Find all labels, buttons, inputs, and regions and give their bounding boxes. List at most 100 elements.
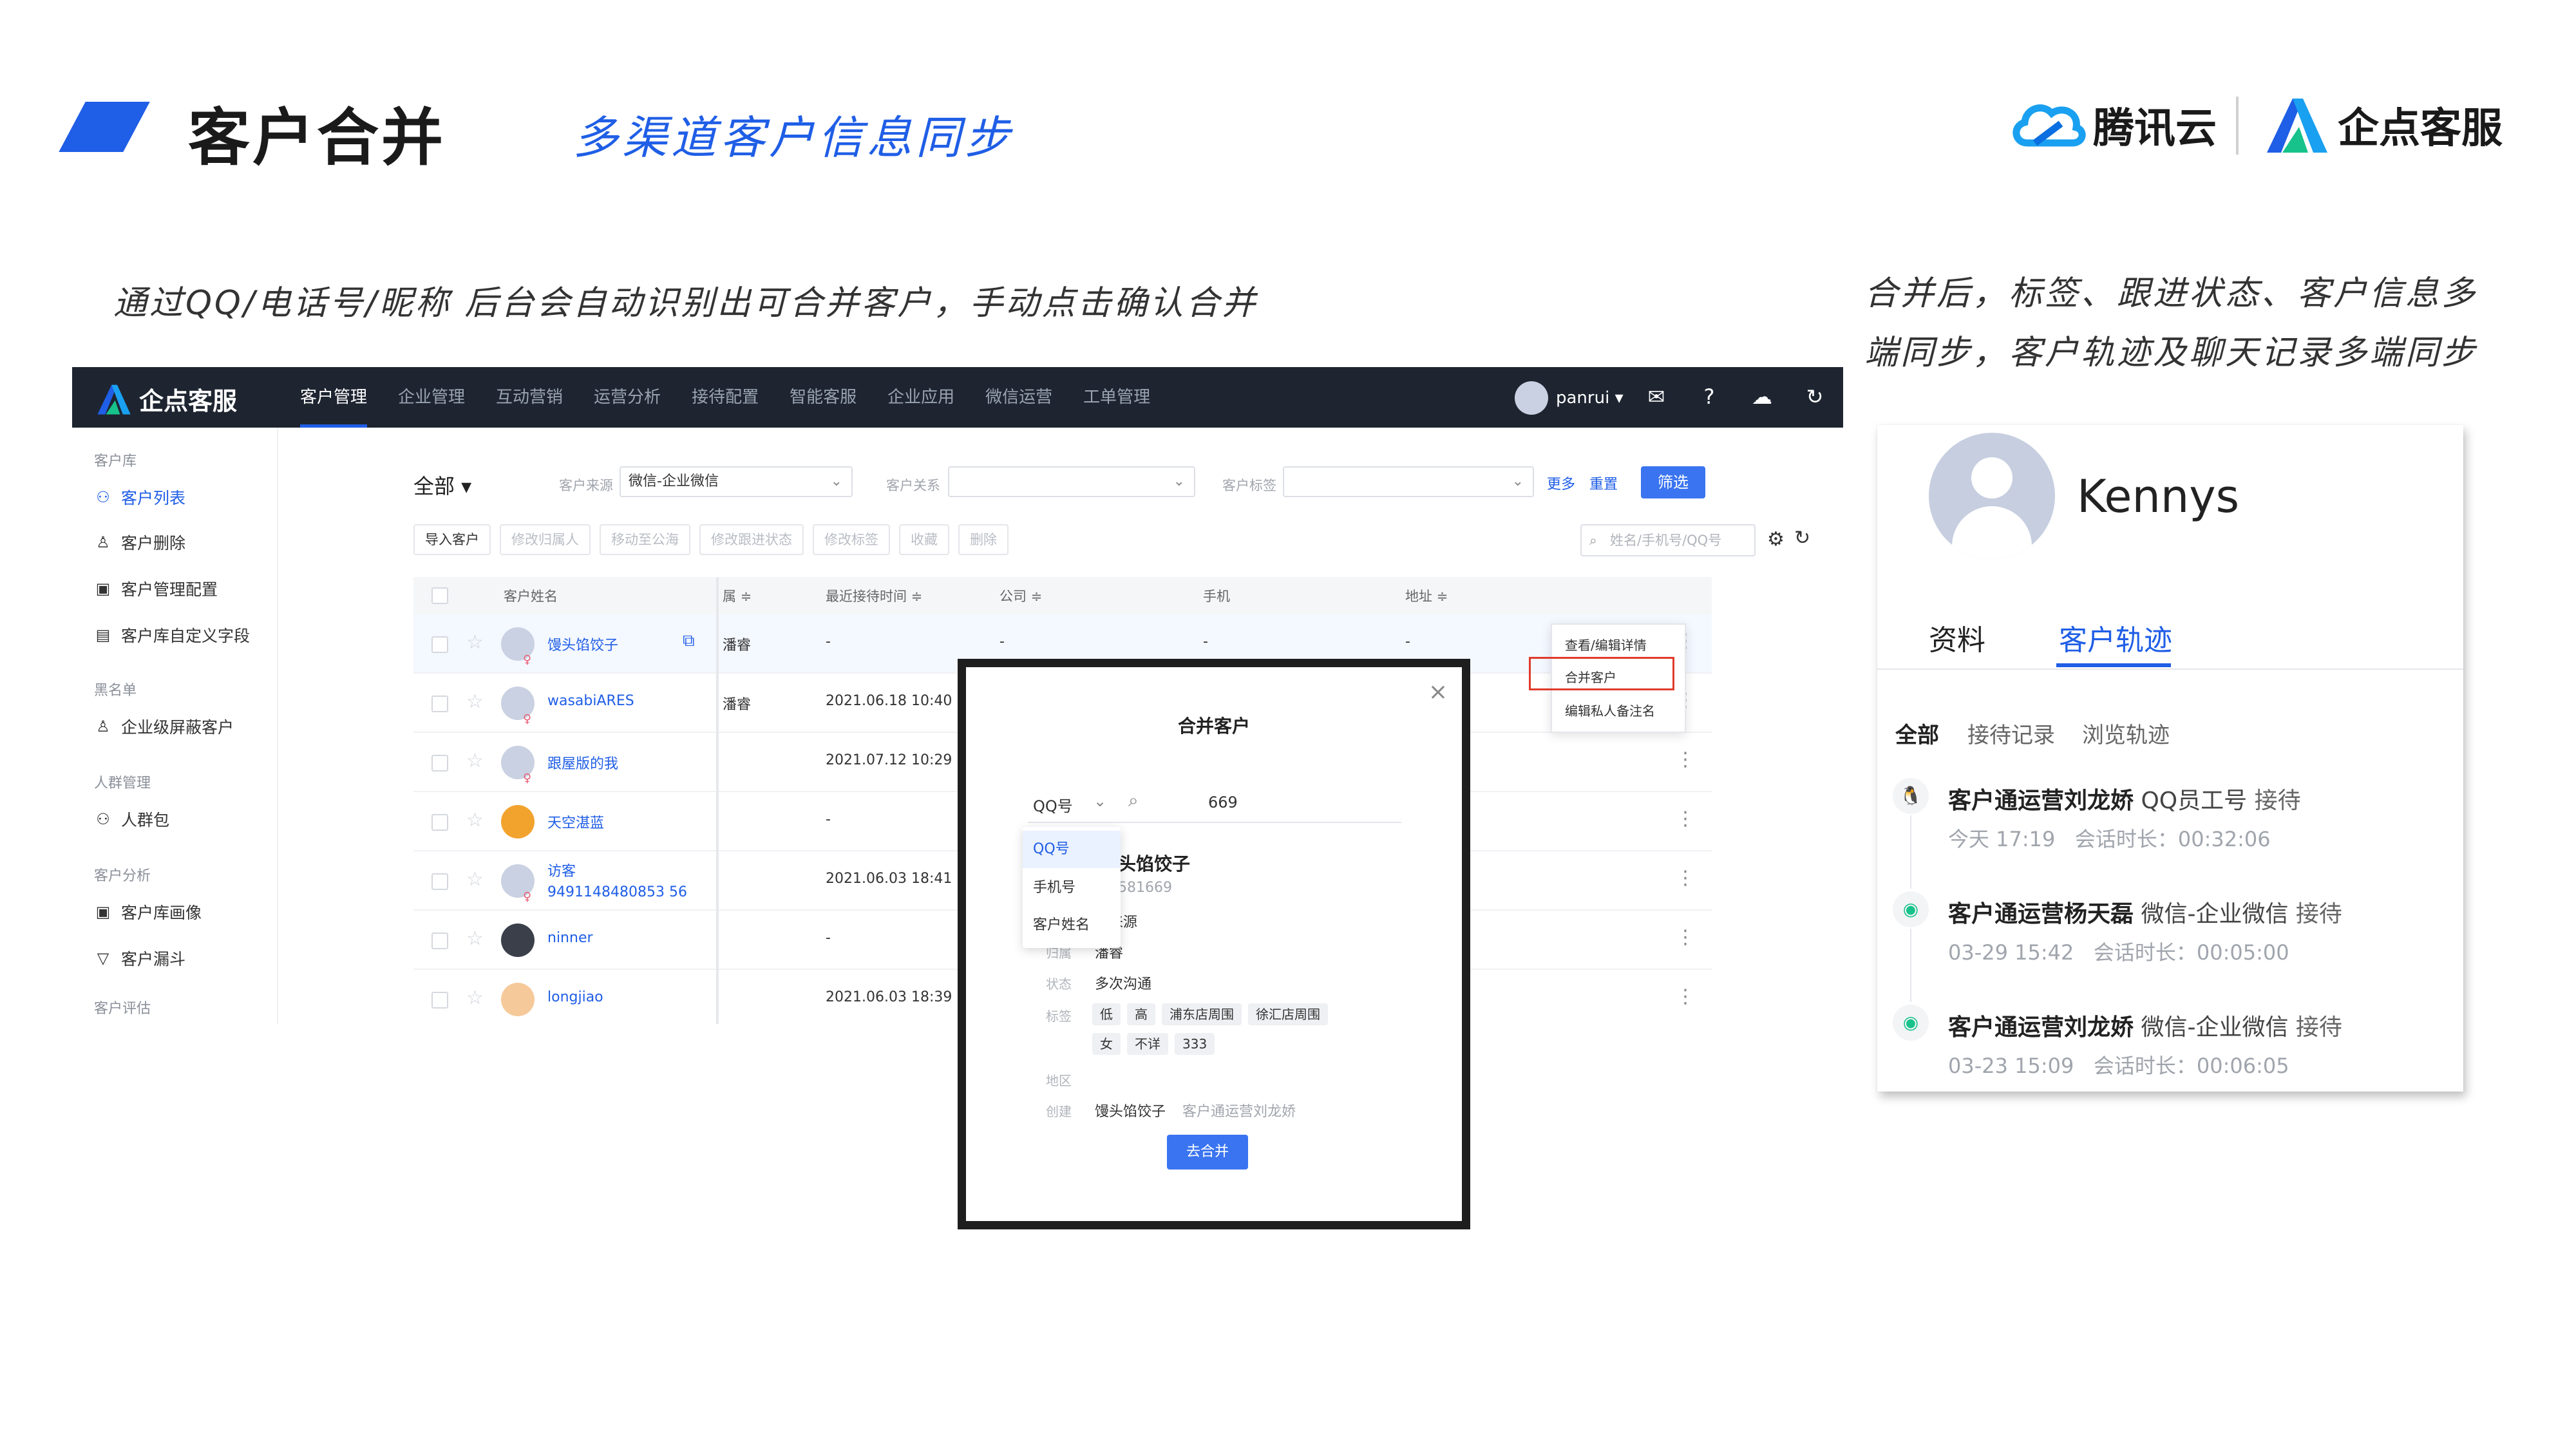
star-icon[interactable]: ☆	[466, 927, 484, 950]
customer-name-link[interactable]: 跟屋版的我	[547, 752, 618, 773]
customer-search-input[interactable]: ⌕ 姓名/手机号/QQ号	[1580, 524, 1756, 556]
filter-all-dropdown[interactable]: 全部 ▾	[413, 470, 471, 500]
more-vertical-icon[interactable]: ⋮	[1676, 748, 1695, 771]
nav-smart-service[interactable]: 智能客服	[774, 367, 872, 428]
mail-icon[interactable]: ✉	[1643, 384, 1669, 410]
tab-profile[interactable]: 资料	[1929, 617, 1985, 658]
sidebar-group-blacklist: 黑名单	[94, 683, 137, 699]
customer-name-link[interactable]: longjiao	[547, 989, 603, 1005]
row-checkbox[interactable]	[431, 814, 448, 831]
merge-search-input[interactable]: 669	[1208, 793, 1238, 811]
star-icon[interactable]: ☆	[466, 809, 484, 831]
nav-interactive-marketing[interactable]: 互动营销	[480, 367, 578, 428]
nav-ticket-management[interactable]: 工单管理	[1068, 367, 1166, 428]
col-owner[interactable]: 属 ≑	[723, 586, 752, 605]
sidebar-item-customer-delete[interactable]: ♙ 客户删除	[94, 531, 185, 554]
event-agent: 客户通运营杨天磊	[1948, 901, 2134, 927]
refresh-icon[interactable]: ↻	[1794, 527, 1810, 549]
avatar	[1929, 433, 2055, 559]
search-icon: ⌕	[1128, 790, 1139, 811]
col-company[interactable]: 公司 ≑	[999, 586, 1042, 605]
row-checkbox[interactable]	[431, 992, 448, 1009]
row-checkbox[interactable]	[431, 873, 448, 890]
search-type-select[interactable]: QQ号	[1033, 793, 1073, 816]
event-channel: 微信-企业微信	[2141, 1014, 2289, 1041]
sidebar-item-blocked[interactable]: ♙ 企业级屏蔽客户	[94, 715, 234, 738]
go-merge-button[interactable]: 去合并	[1167, 1135, 1248, 1170]
dropdown-option-phone[interactable]: 手机号	[1023, 869, 1121, 907]
customer-name-link[interactable]: 天空湛蓝	[547, 811, 604, 832]
tag: 女	[1092, 1033, 1121, 1055]
customer-name-link[interactable]: ninner	[547, 930, 593, 946]
col-last-reception[interactable]: 最近接待时间 ≑	[826, 586, 922, 605]
sidebar-item-portrait[interactable]: ▣ 客户库画像	[94, 900, 202, 923]
more-filters-link[interactable]: 更多	[1547, 473, 1575, 493]
dropdown-option-qq[interactable]: QQ号	[1023, 831, 1121, 868]
reset-link[interactable]: 重置	[1589, 473, 1618, 493]
star-icon[interactable]: ☆	[466, 868, 484, 891]
nav-enterprise-apps[interactable]: 企业应用	[872, 367, 970, 428]
col-address[interactable]: 地址 ≑	[1405, 586, 1448, 605]
change-status-button[interactable]: 修改跟进状态	[699, 524, 804, 555]
user-menu[interactable]: panrui ▾	[1515, 381, 1624, 415]
menu-item-view-edit[interactable]: 查看/编辑详情	[1565, 635, 1647, 654]
sidebar-item-label: 客户管理配置	[121, 580, 218, 599]
more-vertical-icon[interactable]: ⋮	[1676, 808, 1695, 830]
row-checkbox[interactable]	[431, 636, 448, 653]
change-owner-button[interactable]: 修改归属人	[500, 524, 591, 555]
help-icon[interactable]: ?	[1696, 384, 1722, 410]
sidebar-item-funnel[interactable]: ▽ 客户漏斗	[94, 947, 185, 970]
menu-item-edit-remark[interactable]: 编辑私人备注名	[1565, 701, 1655, 719]
close-icon[interactable]: ×	[1428, 679, 1448, 705]
more-vertical-icon[interactable]: ⋮	[1676, 985, 1695, 1008]
nav-customer-management[interactable]: 客户管理	[285, 367, 383, 428]
tencent-cloud-name: 腾讯云	[2093, 105, 2217, 153]
sidebar-item-crowd-pack[interactable]: ⚇ 人群包	[94, 808, 169, 831]
customer-name-link[interactable]: 馒头馅饺子	[547, 634, 618, 654]
nav-wechat-operations[interactable]: 微信运营	[970, 367, 1068, 428]
caption-right: 合并后，标签、跟进状态、客户信息多端同步，客户轨迹及聊天记录多端同步	[1864, 274, 2478, 372]
row-checkbox[interactable]	[431, 933, 448, 949]
sidebar-item-customer-config[interactable]: ▣ 客户管理配置	[94, 577, 218, 600]
cloud-icon[interactable]: ☁	[1749, 384, 1775, 410]
change-tags-button[interactable]: 修改标签	[813, 524, 890, 555]
filter-browse[interactable]: 浏览轨迹	[2082, 717, 2170, 749]
row-checkbox[interactable]	[431, 755, 448, 772]
nav-enterprise-management[interactable]: 企业管理	[383, 367, 480, 428]
customer-name-link[interactable]: wasabiARES	[547, 693, 634, 709]
relation-select[interactable]: ⌄	[948, 466, 1195, 497]
more-vertical-icon[interactable]: ⋮	[1676, 926, 1695, 949]
action-bar: 导入客户 修改归属人 移动至公海 修改跟进状态 修改标签 收藏 删除	[413, 524, 1009, 555]
filter-reception[interactable]: 接待记录	[1967, 717, 2055, 749]
row-checkbox[interactable]	[431, 696, 448, 712]
delete-button[interactable]: 删除	[958, 524, 1009, 555]
tab-trajectory[interactable]: 客户轨迹	[2059, 617, 2172, 658]
star-icon[interactable]: ☆	[466, 987, 484, 1009]
filter-all[interactable]: 全部	[1895, 717, 1939, 749]
source-select[interactable]: 微信-企业微信 ⌄	[620, 466, 853, 497]
favorite-button[interactable]: 收藏	[899, 524, 949, 555]
import-customer-button[interactable]: 导入客户	[413, 524, 491, 555]
nav-operations-analysis[interactable]: 运营分析	[578, 367, 676, 428]
star-icon[interactable]: ☆	[466, 631, 484, 654]
app-logo[interactable]: 企点客服	[94, 381, 237, 417]
nav-reception-config[interactable]: 接待配置	[676, 367, 774, 428]
move-to-pool-button[interactable]: 移动至公海	[600, 524, 690, 555]
cell-last-reception: 2021.06.03 18:39	[826, 989, 952, 1005]
tag-label: 客户标签	[1222, 478, 1276, 493]
star-icon[interactable]: ☆	[466, 690, 484, 713]
chevron-down-icon[interactable]: ⌄	[1094, 792, 1106, 810]
filter-button[interactable]: 筛选	[1641, 466, 1705, 498]
more-vertical-icon[interactable]: ⋮	[1676, 867, 1695, 889]
select-all-checkbox[interactable]	[431, 587, 448, 604]
copy-icon[interactable]: ⧉	[683, 631, 695, 651]
sidebar-item-customer-list[interactable]: ⚇ 客户列表	[94, 486, 185, 509]
tag-select[interactable]: ⌄	[1283, 466, 1534, 497]
tag: 333	[1175, 1033, 1215, 1055]
sidebar-item-custom-fields[interactable]: ▤ 客户库自定义字段	[94, 623, 250, 647]
customer-name-link[interactable]: 访客9491148480853 56	[547, 862, 689, 903]
gear-icon[interactable]: ⚙	[1767, 528, 1785, 551]
refresh-icon[interactable]: ↻	[1802, 384, 1828, 410]
star-icon[interactable]: ☆	[466, 750, 484, 772]
dropdown-option-name[interactable]: 客户姓名	[1023, 907, 1121, 944]
